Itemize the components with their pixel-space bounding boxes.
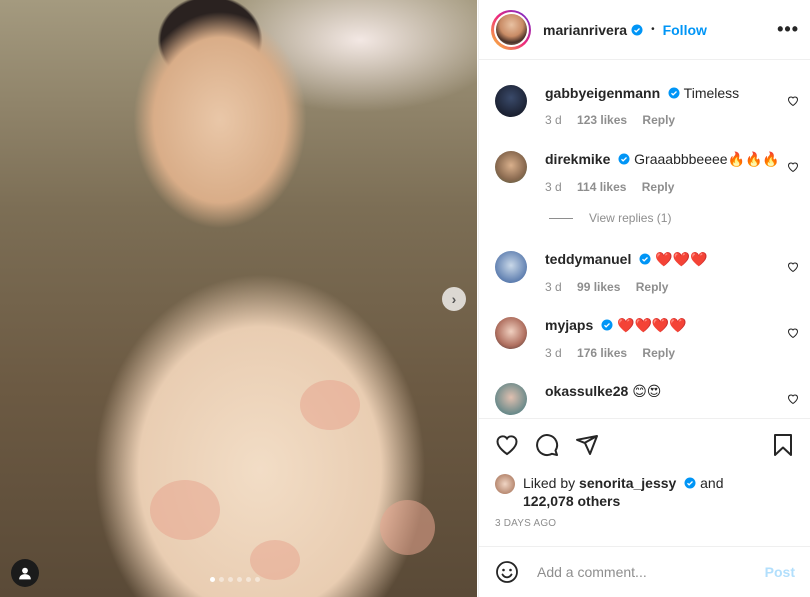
verified-badge-icon: [618, 153, 630, 165]
post-header: marianrivera • Follow •••: [479, 0, 810, 60]
comment-text: Timeless: [683, 85, 740, 101]
verified-badge-icon: [639, 253, 651, 265]
commenter-avatar[interactable]: [495, 85, 527, 117]
comment-text: ❤️❤️❤️❤️: [617, 317, 687, 333]
comment-username[interactable]: teddymanuel: [545, 251, 631, 267]
like-comment-heart-icon[interactable]: [787, 161, 799, 173]
like-comment-heart-icon[interactable]: [787, 327, 799, 339]
carousel-dot: [246, 577, 251, 582]
author-username[interactable]: marianrivera: [543, 22, 627, 38]
replies-divider: [549, 217, 573, 219]
comment-age: 3 d: [545, 346, 562, 360]
comment-age: 3 d: [545, 280, 562, 294]
commenter-avatar[interactable]: [495, 383, 527, 415]
tagged-user-button[interactable]: [11, 559, 39, 587]
dress-flower: [250, 540, 300, 580]
comment-likes[interactable]: 99 likes: [577, 280, 620, 294]
more-options-icon[interactable]: •••: [777, 19, 799, 40]
liker-avatar[interactable]: [495, 474, 515, 494]
post-timestamp[interactable]: 3 DAYS AGO: [495, 518, 556, 529]
reply-button[interactable]: Reply: [642, 180, 675, 194]
comment-text: ❤️❤️❤️: [655, 251, 708, 267]
emoji-icon[interactable]: [495, 560, 519, 584]
verified-badge-icon: [631, 24, 643, 35]
comment-username[interactable]: myjaps: [545, 317, 593, 333]
comment-username[interactable]: okassulke28: [545, 383, 628, 399]
commenter-avatar[interactable]: [495, 317, 527, 349]
carousel-dot: [228, 577, 233, 582]
comment-username[interactable]: direkmike: [545, 151, 610, 167]
and-label: and: [700, 475, 724, 491]
verified-badge-icon: [684, 477, 696, 489]
author-avatar[interactable]: [491, 9, 531, 50]
save-bookmark-icon[interactable]: [771, 433, 795, 457]
others-likes-link[interactable]: 122,078 others: [523, 493, 620, 509]
verified-badge-icon: [668, 87, 680, 99]
view-replies-label: View replies (1): [589, 211, 672, 225]
comment-age: 3 d: [545, 180, 562, 194]
comment-text: 😊😍: [632, 383, 662, 399]
carousel-next-button[interactable]: ›: [442, 287, 466, 311]
share-paper-plane-icon[interactable]: [575, 433, 599, 457]
liked-by-label: Liked by: [523, 475, 576, 491]
dress-flower: [300, 380, 360, 430]
separator-dot: •: [651, 24, 655, 35]
post-side-panel: marianrivera • Follow ••• gabbyeigenmann…: [478, 0, 810, 597]
commenter-avatar[interactable]: [495, 151, 527, 183]
user-icon: [19, 567, 31, 580]
view-replies-button[interactable]: View replies (1): [549, 211, 671, 225]
dress-flower: [380, 500, 435, 555]
like-comment-heart-icon[interactable]: [787, 393, 799, 405]
reply-button[interactable]: Reply: [642, 113, 675, 127]
dress-flower: [150, 480, 220, 540]
verified-badge-icon: [601, 319, 613, 331]
post-photo[interactable]: ›: [0, 0, 477, 597]
comment-input[interactable]: [535, 563, 749, 581]
liker-username[interactable]: senorita_jessy: [579, 475, 676, 491]
like-comment-heart-icon[interactable]: [787, 261, 799, 273]
post-comment-button[interactable]: Post: [765, 564, 795, 580]
comment-bubble-icon[interactable]: [535, 433, 559, 457]
comment-age: 3 d: [545, 113, 562, 127]
comments-list[interactable]: gabbyeigenmann Timeless 3 d 123 likes Re…: [479, 61, 810, 417]
like-comment-heart-icon[interactable]: [787, 95, 799, 107]
follow-button[interactable]: Follow: [663, 22, 707, 38]
commenter-avatar[interactable]: [495, 251, 527, 283]
reply-button[interactable]: Reply: [636, 280, 669, 294]
carousel-indicator: [210, 577, 260, 582]
carousel-dot: [219, 577, 224, 582]
comment-text: Graaabbbeeee🔥🔥🔥: [634, 151, 780, 167]
carousel-dot: [237, 577, 242, 582]
comment-likes[interactable]: 123 likes: [577, 113, 627, 127]
comment-username[interactable]: gabbyeigenmann: [545, 85, 660, 101]
carousel-dot: [210, 577, 215, 582]
post-actions: [479, 418, 810, 471]
comment-likes[interactable]: 114 likes: [577, 180, 626, 194]
reply-button[interactable]: Reply: [642, 346, 675, 360]
like-heart-icon[interactable]: [495, 433, 519, 457]
carousel-dot: [255, 577, 260, 582]
comment-likes[interactable]: 176 likes: [577, 346, 627, 360]
add-comment-bar: Post: [479, 546, 810, 597]
